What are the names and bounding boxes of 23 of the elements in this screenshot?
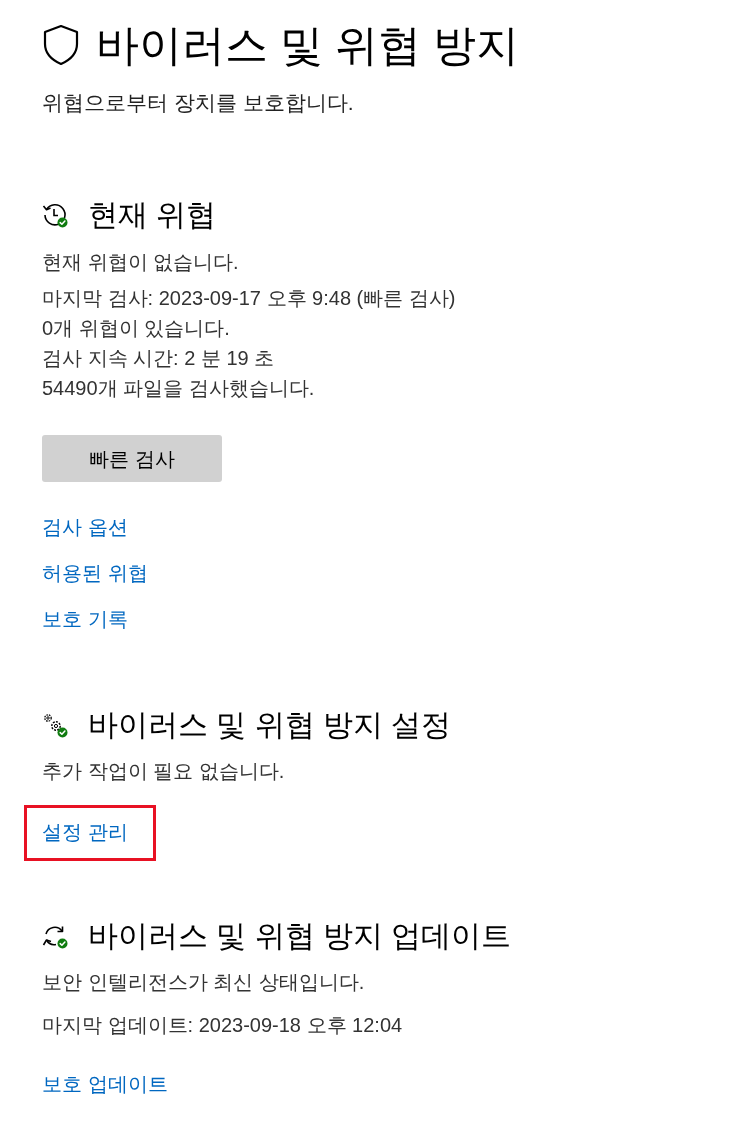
section-heading: 바이러스 및 위협 방지 업데이트	[88, 918, 512, 954]
detail-text: 마지막 업데이트: 2023-09-18 오후 12:04	[42, 1013, 404, 1038]
status-text: 추가 작업이 필요 없습니다.	[42, 759, 286, 784]
detail-text: 검사 지속 시간: 2 분 19 초	[42, 346, 276, 371]
section-heading: 현재 위협	[88, 197, 217, 233]
detail-text: 0개 위협이 있습니다.	[42, 316, 231, 341]
quick-scan-button[interactable]: 빠른 검사	[42, 435, 222, 482]
sync-check-icon	[42, 923, 68, 949]
link[interactable]: 설정 관리	[42, 821, 128, 843]
detail-text: 마지막 검사: 2023-09-17 오후 9:48 (빠른 검사)	[42, 286, 457, 311]
link[interactable]: 허용된 위협	[42, 559, 148, 587]
page-title: 바이러스 및 위협 방지	[96, 20, 519, 71]
status-text: 현재 위협이 없습니다.	[42, 250, 240, 275]
detail-text: 54490개 파일을 검사했습니다.	[42, 376, 316, 401]
page-subtitle: 위협으로부터 장치를 보호합니다.	[42, 90, 355, 116]
gears-check-icon	[42, 712, 68, 738]
clock-check-icon	[42, 202, 68, 228]
status-text: 보안 인텔리전스가 최신 상태입니다.	[42, 970, 366, 995]
shield-icon	[42, 24, 80, 66]
link[interactable]: 보호 기록	[42, 605, 128, 633]
section-heading: 바이러스 및 위협 방지 설정	[88, 707, 452, 743]
link[interactable]: 보호 업데이트	[42, 1070, 168, 1098]
link[interactable]: 검사 옵션	[42, 513, 128, 541]
